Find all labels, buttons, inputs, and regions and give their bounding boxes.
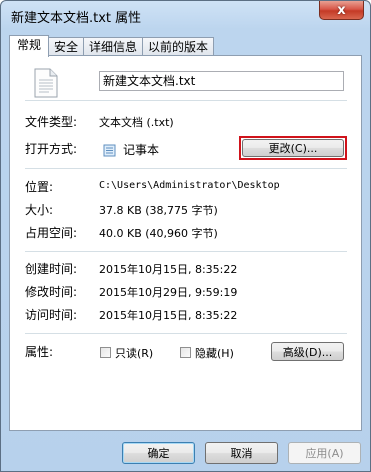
separator <box>25 168 347 169</box>
created-value: 2015年10月15日, 8:35:22 <box>99 263 238 276</box>
hidden-label[interactable]: 隐藏(H) <box>195 345 234 361</box>
location-label: 位置: <box>25 180 54 194</box>
close-button[interactable]: x <box>319 1 364 20</box>
disk-size-label: 占用空间: <box>25 226 78 240</box>
modified-value: 2015年10月29日, 9:59:19 <box>99 286 238 299</box>
size-label: 大小: <box>25 203 54 217</box>
hidden-checkbox[interactable] <box>180 347 191 358</box>
separator <box>25 333 347 334</box>
tab-general[interactable]: 常规 <box>9 35 50 57</box>
properties-window: 新建文本文档.txt 属性 x 常规 安全 详细信息 以前的版本 新建文本文档.… <box>0 0 371 472</box>
tab-security[interactable]: 安全 <box>48 37 85 56</box>
window-title: 新建文本文档.txt 属性 <box>11 11 142 26</box>
cancel-button-label: 取消 <box>230 447 253 460</box>
accessed-label: 访问时间: <box>25 308 78 322</box>
disk-size-value: 40.0 KB (40,960 字节) <box>99 227 218 240</box>
file-type-value: 文本文档 (.txt) <box>99 116 174 129</box>
close-icon: x <box>337 2 346 18</box>
title-bar[interactable]: 新建文本文档.txt 属性 x <box>1 1 370 31</box>
ok-button-label: 确定 <box>147 447 170 460</box>
general-panel: 新建文本文档.txt 文件类型: 文本文档 (.txt) 打开方式: 记事本 更… <box>9 55 362 431</box>
location-value: C:\Users\Administrator\Desktop <box>99 180 280 191</box>
separator <box>25 100 347 101</box>
tab-details[interactable]: 详细信息 <box>83 37 144 56</box>
advanced-button[interactable]: 高级(D)... <box>271 342 344 361</box>
tab-strip: 常规 安全 详细信息 以前的版本 <box>9 35 215 57</box>
open-with-value: 记事本 <box>123 143 160 157</box>
file-name-input[interactable]: 新建文本文档.txt <box>99 71 344 91</box>
tab-previous-versions[interactable]: 以前的版本 <box>142 37 215 56</box>
attributes-label: 属性: <box>25 345 54 359</box>
cancel-button[interactable]: 取消 <box>205 442 278 464</box>
separator <box>25 251 347 252</box>
change-button-label: 更改(C)... <box>268 142 318 155</box>
text-file-icon <box>34 68 58 98</box>
open-with-label: 打开方式: <box>25 142 78 156</box>
apply-button-label: 应用(A) <box>305 447 344 460</box>
apply-button[interactable]: 应用(A) <box>288 442 361 464</box>
readonly-label[interactable]: 只读(R) <box>115 345 153 361</box>
ok-button[interactable]: 确定 <box>122 442 195 464</box>
created-label: 创建时间: <box>25 262 78 276</box>
notepad-icon <box>103 144 116 157</box>
file-type-label: 文件类型: <box>25 115 78 129</box>
advanced-button-label: 高级(D)... <box>282 345 333 359</box>
accessed-value: 2015年10月15日, 8:35:22 <box>99 309 238 322</box>
size-value: 37.8 KB (38,775 字节) <box>99 204 218 217</box>
change-button[interactable]: 更改(C)... <box>242 139 344 157</box>
modified-label: 修改时间: <box>25 285 78 299</box>
readonly-checkbox[interactable] <box>100 347 111 358</box>
